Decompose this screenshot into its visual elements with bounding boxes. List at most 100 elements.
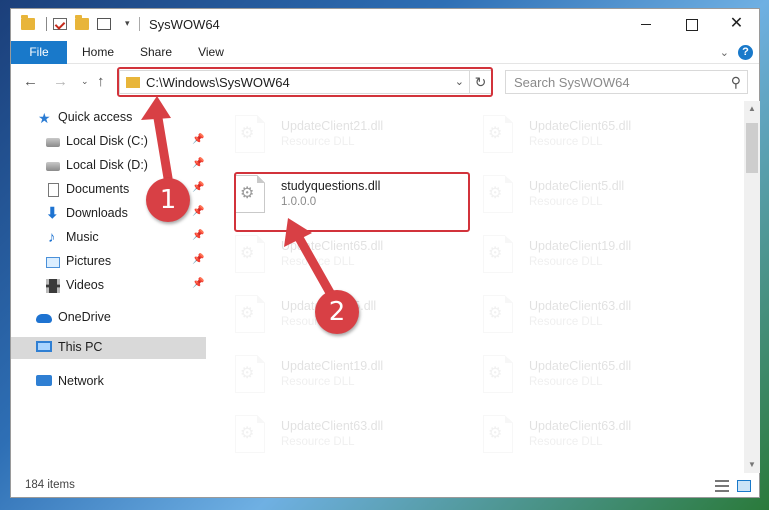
title-separator — [139, 17, 140, 31]
quick-access-dropdown-icon[interactable]: ▾ — [125, 18, 130, 29]
sidebar-item-label: Videos — [66, 278, 104, 292]
sidebar-item-this-pc[interactable]: This PC — [11, 337, 206, 359]
file-description: Resource DLL — [529, 136, 603, 148]
file-description: Resource DLL — [529, 376, 603, 388]
up-button[interactable]: ↑ — [97, 73, 105, 90]
ribbon-tabs: File Home Share View ⌄ ? — [11, 41, 759, 64]
file-description: Resource DLL — [529, 436, 603, 448]
navigation-pane: ★ Quick access Local Disk (C:) 📌 Local D… — [11, 101, 206, 473]
properties-check-icon[interactable] — [53, 18, 67, 30]
file-description: Resource DLL — [281, 136, 355, 148]
network-icon — [36, 375, 52, 386]
address-highlight-box — [117, 67, 493, 97]
file-item[interactable]: ⚙ UpdateClient65.dll Resource DLL — [461, 341, 701, 399]
customize-toolbar-icon[interactable] — [97, 18, 111, 30]
file-highlight-box — [234, 172, 470, 232]
local-disk-icon — [46, 138, 60, 147]
dll-file-icon: ⚙ — [483, 115, 513, 153]
onedrive-icon — [36, 314, 52, 323]
pin-icon: 📌 — [192, 278, 205, 289]
documents-icon — [48, 183, 59, 197]
dll-file-icon: ⚙ — [483, 415, 513, 453]
dll-file-icon: ⚙ — [235, 415, 265, 453]
search-input[interactable]: Search SysWOW64 — [514, 75, 630, 90]
local-disk-icon — [46, 162, 60, 171]
sidebar-item-label: OneDrive — [58, 310, 111, 324]
file-item[interactable]: ⚙ UpdateClient5.dll Resource DLL — [461, 161, 701, 219]
sidebar-item-local-disk-c[interactable]: Local Disk (C:) 📌 — [11, 131, 206, 153]
pin-icon: 📌 — [192, 182, 205, 193]
file-name: UpdateClient5.dll — [529, 179, 625, 193]
pin-icon: 📌 — [192, 134, 205, 145]
sidebar-item-quick-access[interactable]: ★ Quick access — [11, 107, 206, 129]
sidebar-item-pictures[interactable]: Pictures 📌 — [11, 251, 206, 273]
gear-icon: ⚙ — [240, 365, 255, 382]
scroll-thumb[interactable] — [746, 123, 758, 173]
vertical-scrollbar[interactable]: ▲ ▼ — [744, 101, 760, 473]
close-button[interactable]: ✕ — [714, 9, 759, 39]
dll-file-icon: ⚙ — [483, 295, 513, 333]
gear-icon: ⚙ — [488, 245, 503, 262]
scroll-down-icon[interactable]: ▼ — [744, 457, 760, 473]
file-name: UpdateClient63.dll — [529, 299, 632, 313]
file-name: UpdateClient19.dll — [529, 239, 632, 253]
sidebar-item-label: Downloads — [66, 206, 128, 220]
file-item[interactable]: ⚙ UpdateClient21.dll Resource DLL — [213, 101, 453, 159]
sidebar-item-network[interactable]: Network — [11, 371, 206, 393]
gear-icon: ⚙ — [240, 305, 255, 322]
step-2-callout: 2 — [315, 290, 359, 334]
file-name: UpdateClient63.dll — [529, 419, 632, 433]
expand-ribbon-icon[interactable]: ⌄ — [720, 46, 729, 59]
recent-locations-icon[interactable]: ⌄ — [81, 76, 89, 87]
dll-file-icon: ⚙ — [235, 295, 265, 333]
gear-icon: ⚙ — [488, 125, 503, 142]
file-list: ⚙ UpdateClient21.dll Resource DLL ⚙ Upda… — [213, 101, 744, 473]
tab-view[interactable]: View — [193, 41, 229, 64]
sidebar-item-label: Music — [66, 230, 99, 244]
back-button[interactable]: ← — [23, 73, 38, 90]
file-item[interactable]: ⚙ UpdateClient65.dll Resource DLL — [461, 101, 701, 159]
gear-icon: ⚙ — [488, 305, 503, 322]
minimize-button[interactable] — [624, 9, 669, 39]
step-1-callout: 1 — [146, 178, 190, 222]
pin-icon: 📌 — [192, 158, 205, 169]
maximize-button[interactable] — [669, 9, 714, 39]
sidebar-item-videos[interactable]: Videos 📌 — [11, 275, 206, 297]
sidebar-item-music[interactable]: ♪ Music 📌 — [11, 227, 206, 249]
file-name: UpdateClient65.dll — [529, 119, 632, 133]
sidebar-item-label: Quick access — [58, 110, 133, 124]
file-item[interactable]: ⚙ UpdateClient63.dll Resource DLL — [461, 401, 701, 459]
folder-icon[interactable] — [21, 15, 35, 30]
tab-file[interactable]: File — [11, 41, 67, 64]
file-item[interactable]: ⚙ UpdateClient63.dll Resource DLL — [461, 281, 701, 339]
downloads-icon: ⬇ — [46, 205, 59, 222]
tab-home[interactable]: Home — [77, 41, 119, 64]
new-folder-icon[interactable] — [75, 15, 89, 30]
sidebar-item-local-disk-d[interactable]: Local Disk (D:) 📌 — [11, 155, 206, 177]
file-description: Resource DLL — [529, 316, 603, 328]
pictures-icon — [46, 257, 60, 268]
search-box[interactable]: Search SysWOW64 ⚲ — [505, 70, 748, 94]
search-icon[interactable]: ⚲ — [731, 74, 741, 91]
file-item[interactable]: ⚙ UpdateClient63.dll Resource DLL — [213, 401, 453, 459]
tab-share[interactable]: Share — [135, 41, 177, 64]
dll-file-icon: ⚙ — [235, 115, 265, 153]
file-description: Resource DLL — [529, 196, 603, 208]
file-item[interactable]: ⚙ UpdateClient19.dll Resource DLL — [213, 341, 453, 399]
help-icon[interactable]: ? — [738, 45, 753, 60]
pin-icon: 📌 — [192, 230, 205, 241]
large-icons-view-icon[interactable] — [737, 480, 751, 492]
star-icon: ★ — [38, 110, 51, 126]
sidebar-item-label: This PC — [58, 340, 103, 354]
pin-icon: 📌 — [192, 206, 205, 217]
details-view-icon[interactable] — [715, 480, 729, 492]
file-name: UpdateClient65.dll — [529, 359, 632, 373]
forward-button[interactable]: → — [53, 73, 68, 90]
scroll-up-icon[interactable]: ▲ — [744, 101, 760, 117]
file-item[interactable]: ⚙ UpdateClient19.dll Resource DLL — [461, 221, 701, 279]
item-count: 184 items — [25, 479, 75, 491]
quick-access-separator — [46, 17, 47, 31]
sidebar-item-onedrive[interactable]: OneDrive — [11, 307, 206, 329]
dll-file-icon: ⚙ — [483, 175, 513, 213]
file-description: Resource DLL — [281, 256, 355, 268]
